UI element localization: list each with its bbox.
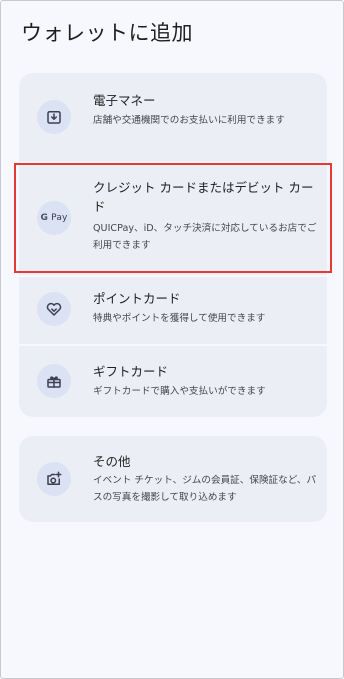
option-description: QUICPay、iD、タッチ決済に対応しているお店でご利用できます <box>93 223 317 251</box>
gpay-pay-text: Pay <box>51 213 68 223</box>
gpay-g-letter: G <box>40 213 49 223</box>
emoney-icon <box>37 100 71 134</box>
option-title: 電子マネー <box>93 93 156 108</box>
option-title: クレジット カードまたはデビット カード <box>93 180 314 214</box>
gpay-icon: G Pay <box>37 201 71 235</box>
option-title: ギフトカード <box>93 364 169 379</box>
option-loyalty-card[interactable]: ポイントカード 特典やポイントを獲得して使用できます <box>19 277 327 344</box>
option-description: イベント チケット、ジムの会員証、保険証など、パスの写真を撮影して取り込めます <box>93 475 317 503</box>
option-description: ギフトカードで購入や支払いができます <box>93 386 266 397</box>
gift-icon <box>37 364 71 398</box>
screen-frame: ウォレットに追加 電子マネー 店舗や交通機関でのお支払いに利用できます G Pa… <box>0 0 344 679</box>
option-emoney[interactable]: 電子マネー 店舗や交通機関でのお支払いに利用できます <box>19 73 327 162</box>
option-other[interactable]: その他 イベント チケット、ジムの会員証、保険証など、パスの写真を撮影して取り込… <box>19 436 327 522</box>
option-title: ポイントカード <box>93 291 181 306</box>
option-credit-debit-card[interactable]: G Pay クレジット カードまたはデビット カード QUICPay、iD、タッ… <box>19 164 327 275</box>
option-description: 店舗や交通機関でのお支払いに利用できます <box>93 115 285 126</box>
page-title: ウォレットに追加 <box>21 21 193 45</box>
option-gift-card[interactable]: ギフトカード ギフトカードで購入や支払いができます <box>19 346 327 417</box>
loyalty-heart-icon <box>37 292 71 326</box>
option-description: 特典やポイントを獲得して使用できます <box>93 313 266 324</box>
camera-add-icon <box>37 462 71 496</box>
option-title: その他 <box>93 454 131 469</box>
